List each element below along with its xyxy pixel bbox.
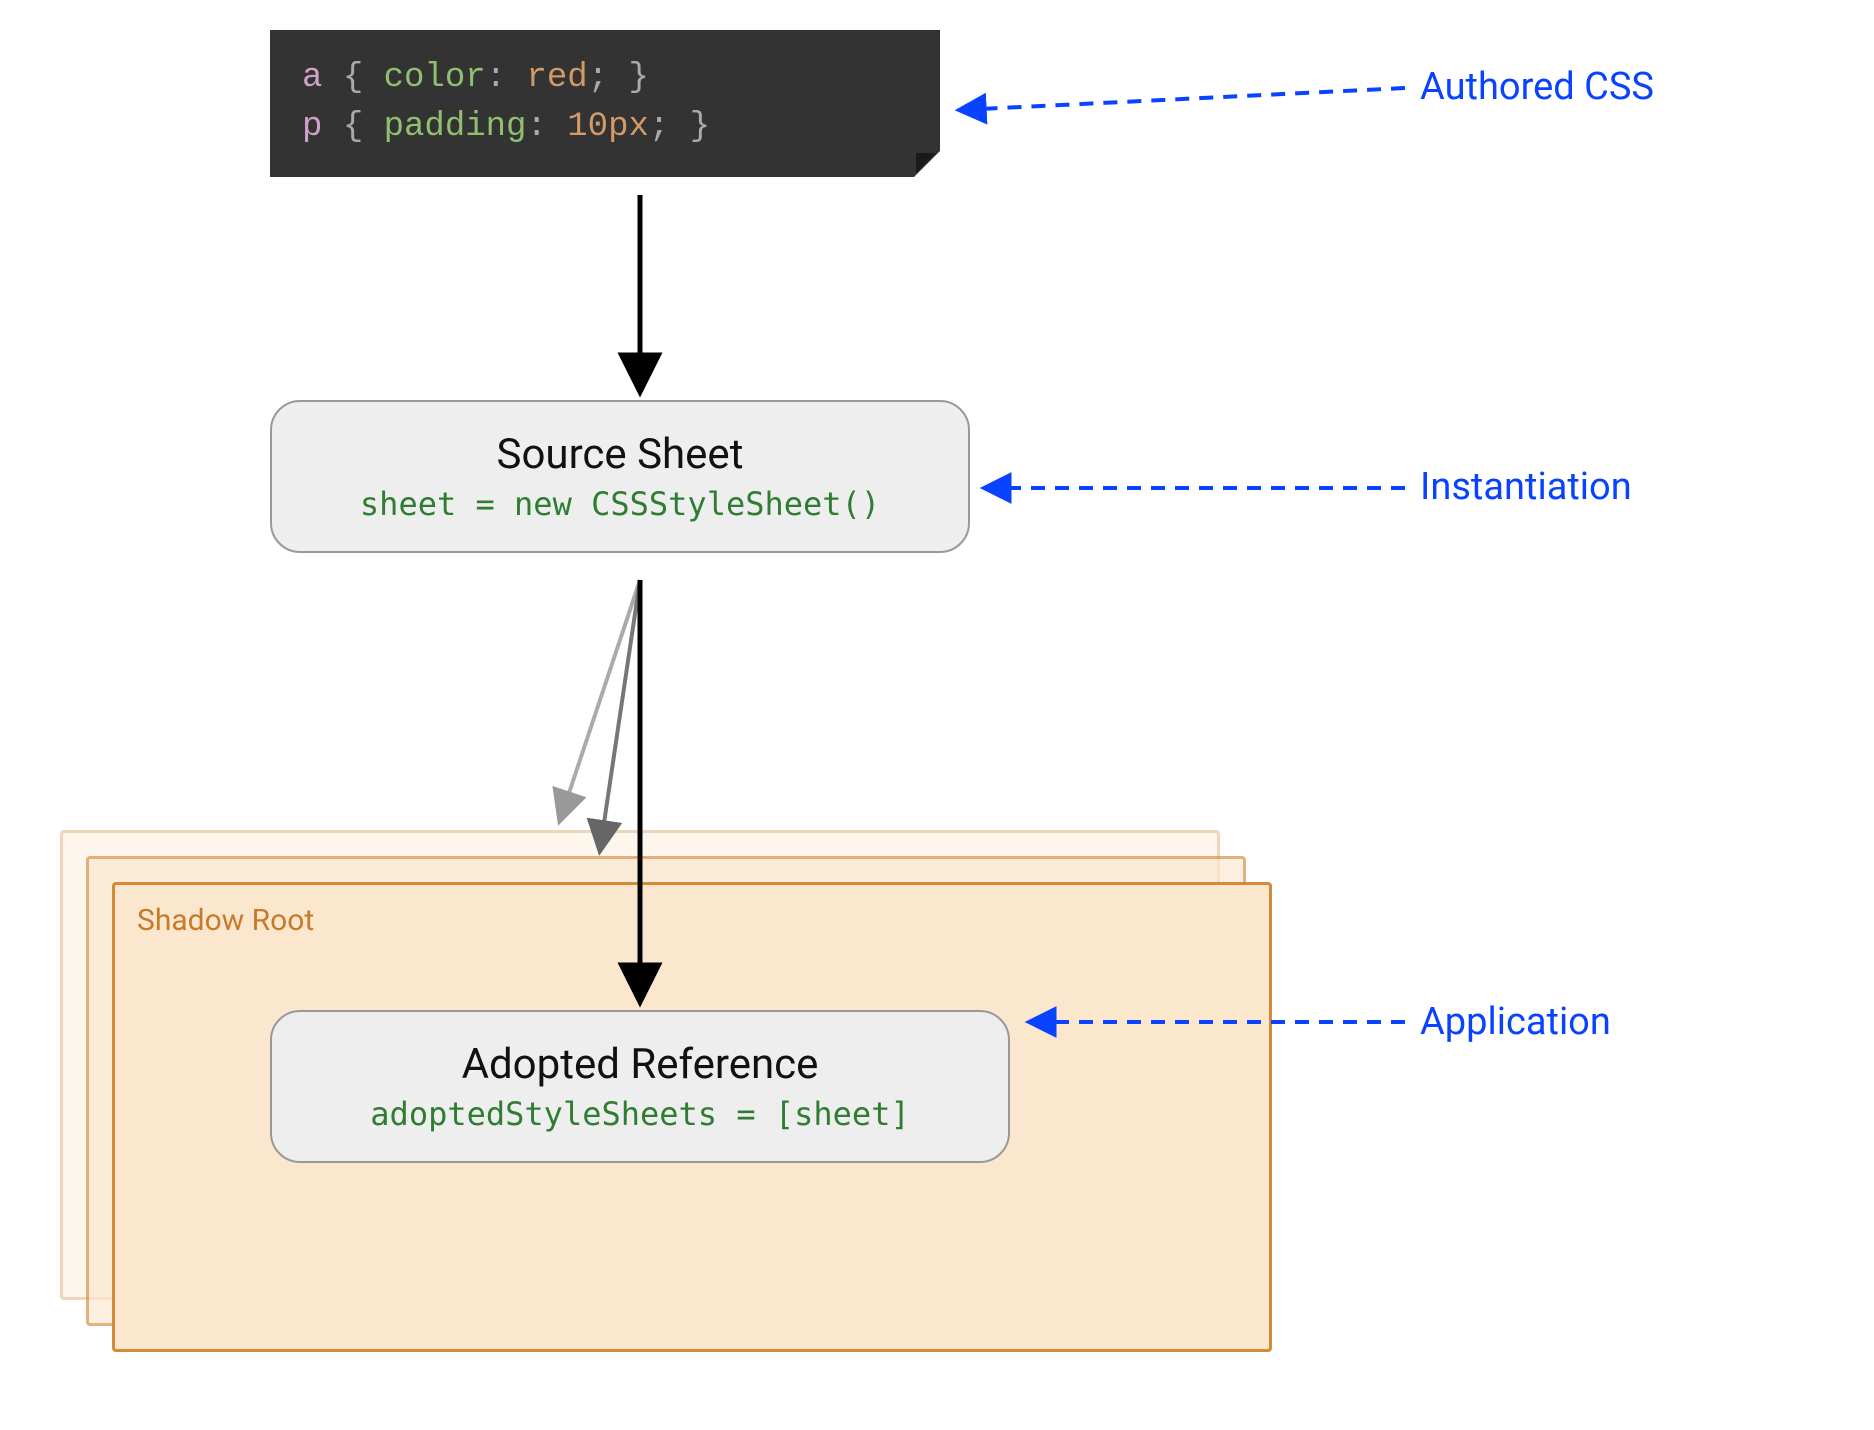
shadow-root-label: Shadow Root (137, 903, 314, 938)
code-line-1: a { color: red; } (302, 54, 908, 103)
css-selector: p (302, 108, 322, 146)
arrow-source-to-shadow-mid (600, 580, 640, 850)
annotation-authored: Authored CSS (1420, 65, 1654, 109)
css-selector: a (302, 59, 322, 97)
source-sheet-title: Source Sheet (312, 430, 928, 479)
css-property: color (384, 59, 486, 97)
css-value: red (526, 59, 587, 97)
dogear-fold-icon (916, 153, 936, 173)
source-sheet-box: Source Sheet sheet = new CSSStyleSheet() (270, 400, 970, 553)
source-sheet-code: sheet = new CSSStyleSheet() (312, 485, 928, 523)
adopted-reference-box: Adopted Reference adoptedStyleSheets = [… (270, 1010, 1010, 1163)
css-brace: { (343, 59, 384, 97)
css-value: 10px (567, 108, 649, 146)
annotation-application: Application (1420, 1000, 1611, 1044)
adopted-reference-code: adoptedStyleSheets = [sheet] (312, 1095, 968, 1133)
css-property: padding (384, 108, 527, 146)
annot-arrow-authored (960, 88, 1405, 110)
code-line-2: p { padding: 10px; } (302, 103, 908, 152)
annotation-instantiation: Instantiation (1420, 465, 1632, 509)
arrow-source-to-shadow-back (560, 580, 640, 820)
adopted-reference-title: Adopted Reference (312, 1040, 968, 1089)
authored-css-code-box: a { color: red; } p { padding: 10px; } (270, 30, 940, 177)
